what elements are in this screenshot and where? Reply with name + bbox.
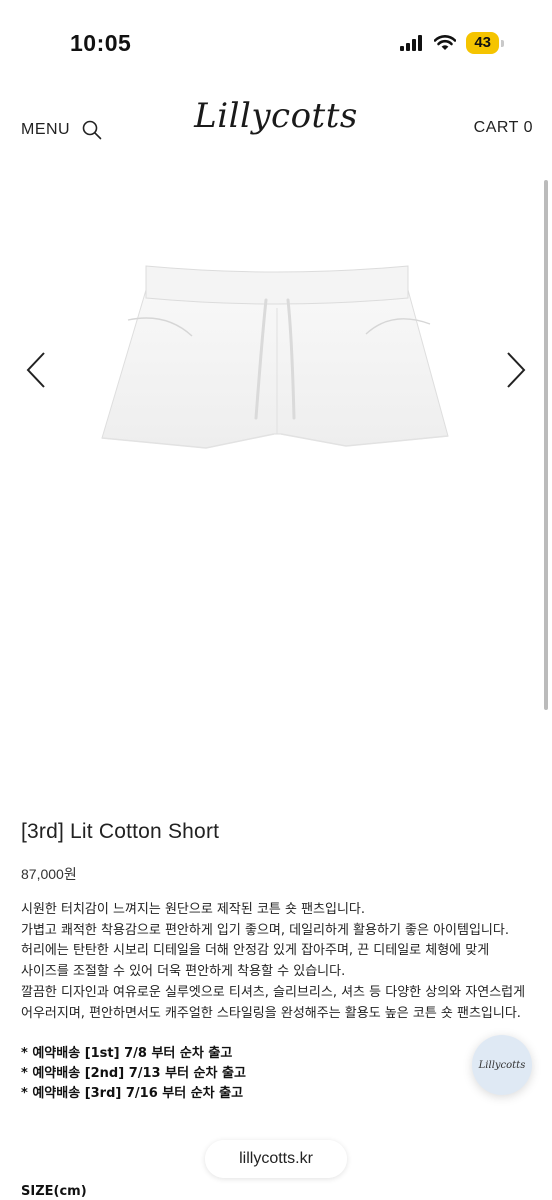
next-image-button[interactable] (504, 350, 528, 395)
product-gallery (0, 170, 552, 790)
shipping-notice: * 예약배송 [3rd] 7/16 부터 순차 출고 (21, 1086, 244, 1102)
description-line: 허리에는 탄탄한 시보리 디테일을 더해 안정감 있게 잡아주며, 끈 디테일로… (21, 943, 490, 980)
description-line: 가볍고 쾌적한 착용감으로 편안하게 입기 좋으며, 데일리하게 활용하기 좋은… (21, 922, 509, 938)
product-image (101, 265, 449, 449)
size-heading: SIZE(cm) (21, 1184, 87, 1199)
chevron-left-icon[interactable] (24, 350, 48, 390)
shipping-notice: * 예약배송 [2nd] 7/13 부터 순차 출고 (21, 1066, 246, 1082)
product-info: [3rd] Lit Cotton Short 87,000원 시원한 터치감이 … (21, 820, 531, 1104)
site-logo[interactable]: Lillycotts (0, 96, 552, 136)
battery-level: 43 (466, 32, 499, 54)
description-line: 깔끔한 디자인과 여유로운 실루엣으로 티셔츠, 슬리브리스, 셔츠 등 다양한… (21, 984, 526, 1021)
chat-logo: Lillycotts (478, 1059, 526, 1071)
cart-button[interactable]: CART 0 (474, 119, 533, 137)
status-bar: 10:05 43 (0, 0, 552, 90)
product-description: 시원한 터치감이 느껴지는 원단으로 제작된 코튼 숏 팬츠입니다. 가볍고 쾌… (21, 900, 531, 1024)
status-icons: 43 (400, 32, 504, 54)
status-time: 10:05 (70, 30, 132, 56)
product-title: [3rd] Lit Cotton Short (21, 820, 220, 843)
signal-icon (400, 35, 423, 51)
shipping-notice: * 예약배송 [1st] 7/8 부터 순차 출고 (21, 1046, 233, 1062)
product-price: 87,000원 (21, 866, 77, 882)
chat-button[interactable]: Lillycotts (472, 1035, 532, 1095)
chevron-right-icon[interactable] (504, 350, 528, 390)
browser-url-bar[interactable]: lillycotts.kr (205, 1140, 347, 1178)
wifi-icon (434, 35, 457, 50)
description-line: 시원한 터치감이 느껴지는 원단으로 제작된 코튼 숏 팬츠입니다. (21, 902, 366, 917)
prev-image-button[interactable] (24, 350, 48, 395)
site-header: MENU Lillycotts CART 0 (0, 90, 552, 170)
shipping-notices: * 예약배송 [1st] 7/8 부터 순차 출고 * 예약배송 [2nd] 7… (21, 1044, 531, 1104)
battery-icon: 43 (466, 32, 504, 54)
